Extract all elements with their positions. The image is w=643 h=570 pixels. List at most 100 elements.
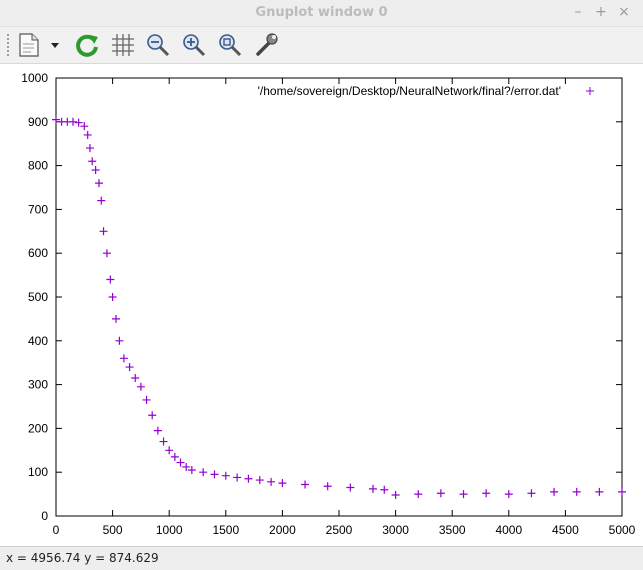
plot-canvas[interactable]: 0 500 1000 1500 2000 2500 3000 3500 4000 4500 5000…	[0, 64, 643, 546]
data-point	[346, 483, 355, 492]
data-point	[482, 489, 491, 498]
x-tick-label: 2000	[269, 523, 296, 537]
zoom-in-button[interactable]	[179, 30, 209, 60]
y-tick-label: 800	[28, 159, 48, 173]
data-point	[459, 490, 468, 499]
y-tick-label: 600	[28, 246, 48, 260]
title-bar[interactable]: Gnuplot window 0 – + ×	[0, 0, 643, 27]
x-tick-label: 3000	[382, 523, 409, 537]
replot-button[interactable]	[72, 30, 102, 60]
data-point	[111, 314, 120, 323]
data-point	[323, 482, 332, 491]
data-point	[436, 489, 445, 498]
chevron-down-icon	[51, 43, 59, 48]
data-point	[391, 490, 400, 499]
data-point	[125, 363, 134, 372]
zoom-fit-button[interactable]	[215, 30, 245, 60]
toolbar-grip-icon[interactable]	[6, 33, 10, 57]
data-point	[115, 336, 124, 345]
data-point	[199, 468, 208, 477]
data-point	[233, 473, 242, 482]
data-point	[159, 437, 168, 446]
grid-icon	[112, 34, 134, 56]
data-point	[255, 476, 264, 485]
data-point	[165, 446, 174, 455]
x-tick-label: 4500	[552, 523, 579, 537]
y-tick-label: 900	[28, 115, 48, 129]
zoom-out-button[interactable]	[143, 30, 173, 60]
cursor-coordinates: x = 4956.74 y = 874.629	[6, 551, 159, 565]
data-point	[119, 354, 128, 363]
settings-button[interactable]	[251, 30, 281, 60]
data-point	[88, 157, 97, 166]
data-point	[148, 411, 157, 420]
export-button[interactable]	[14, 30, 44, 60]
zoom-in-icon	[183, 34, 206, 57]
grid-button[interactable]	[108, 30, 138, 60]
error-scatter-plot[interactable]: 0 500 1000 1500 2000 2500 3000 3500 4000 4500 5000…	[0, 64, 643, 546]
data-point	[267, 477, 276, 486]
data-point	[95, 179, 104, 188]
y-tick-label: 100	[28, 465, 48, 479]
x-tick-label: 2500	[326, 523, 353, 537]
data-point	[504, 490, 513, 499]
legend-label: '/home/sovereign/Desktop/NeuralNetwork/f…	[258, 84, 561, 98]
data-point	[99, 227, 108, 236]
gnuplot-window: Gnuplot window 0 – + × 0 500 1000 1500 2…	[0, 0, 643, 570]
y-tick-label: 300	[28, 378, 48, 392]
export-document-icon	[19, 33, 39, 57]
x-tick-label: 0	[53, 523, 60, 537]
zoom-out-icon	[147, 34, 170, 57]
data-point	[102, 249, 111, 258]
data-point	[221, 471, 230, 480]
data-point	[108, 293, 117, 301]
plot-border	[55, 77, 623, 517]
legend-marker	[586, 87, 594, 95]
window-title: Gnuplot window 0	[255, 5, 388, 20]
y-tick-label: 0	[41, 509, 48, 523]
data-point	[74, 118, 83, 127]
status-bar: x = 4956.74 y = 874.629	[0, 546, 643, 570]
data-point	[131, 374, 140, 383]
data-point	[414, 490, 423, 499]
minimize-button[interactable]: –	[569, 3, 587, 21]
x-tick-label: 3500	[439, 523, 466, 537]
data-point	[278, 479, 287, 488]
data-point	[618, 487, 626, 496]
refresh-icon	[76, 34, 98, 57]
data-point	[68, 117, 77, 126]
data-point	[85, 144, 94, 153]
data-point	[301, 480, 310, 489]
x-tick-label: 1000	[156, 523, 183, 537]
x-tick-label: 1500	[212, 523, 239, 537]
data-point	[595, 487, 604, 496]
data-point	[380, 485, 389, 494]
data-point	[244, 474, 253, 483]
x-tick-label: 4000	[495, 523, 522, 537]
data-point	[136, 382, 145, 391]
data-point	[527, 489, 536, 498]
wrench-icon	[256, 33, 278, 56]
data-point	[52, 115, 60, 124]
x-tick-label: 5000	[609, 523, 636, 537]
x-tick-label: 500	[103, 523, 123, 537]
y-tick-label: 500	[28, 290, 48, 304]
data-point	[210, 470, 219, 479]
data-point	[368, 484, 377, 493]
data-point	[572, 487, 581, 496]
data-point	[176, 458, 185, 467]
close-button[interactable]: ×	[615, 3, 633, 21]
y-tick-label: 1000	[21, 71, 48, 85]
export-menu-button[interactable]	[48, 30, 62, 60]
data-point	[83, 130, 92, 139]
data-point	[106, 275, 115, 284]
data-point	[153, 426, 162, 435]
zoom-fit-icon	[219, 34, 242, 57]
toolbar	[0, 27, 643, 64]
data-point	[142, 395, 151, 404]
maximize-button[interactable]: +	[592, 3, 610, 21]
y-tick-label: 400	[28, 334, 48, 348]
y-tick-label: 700	[28, 202, 48, 216]
data-point	[170, 452, 179, 461]
y-tick-label: 200	[28, 421, 48, 435]
